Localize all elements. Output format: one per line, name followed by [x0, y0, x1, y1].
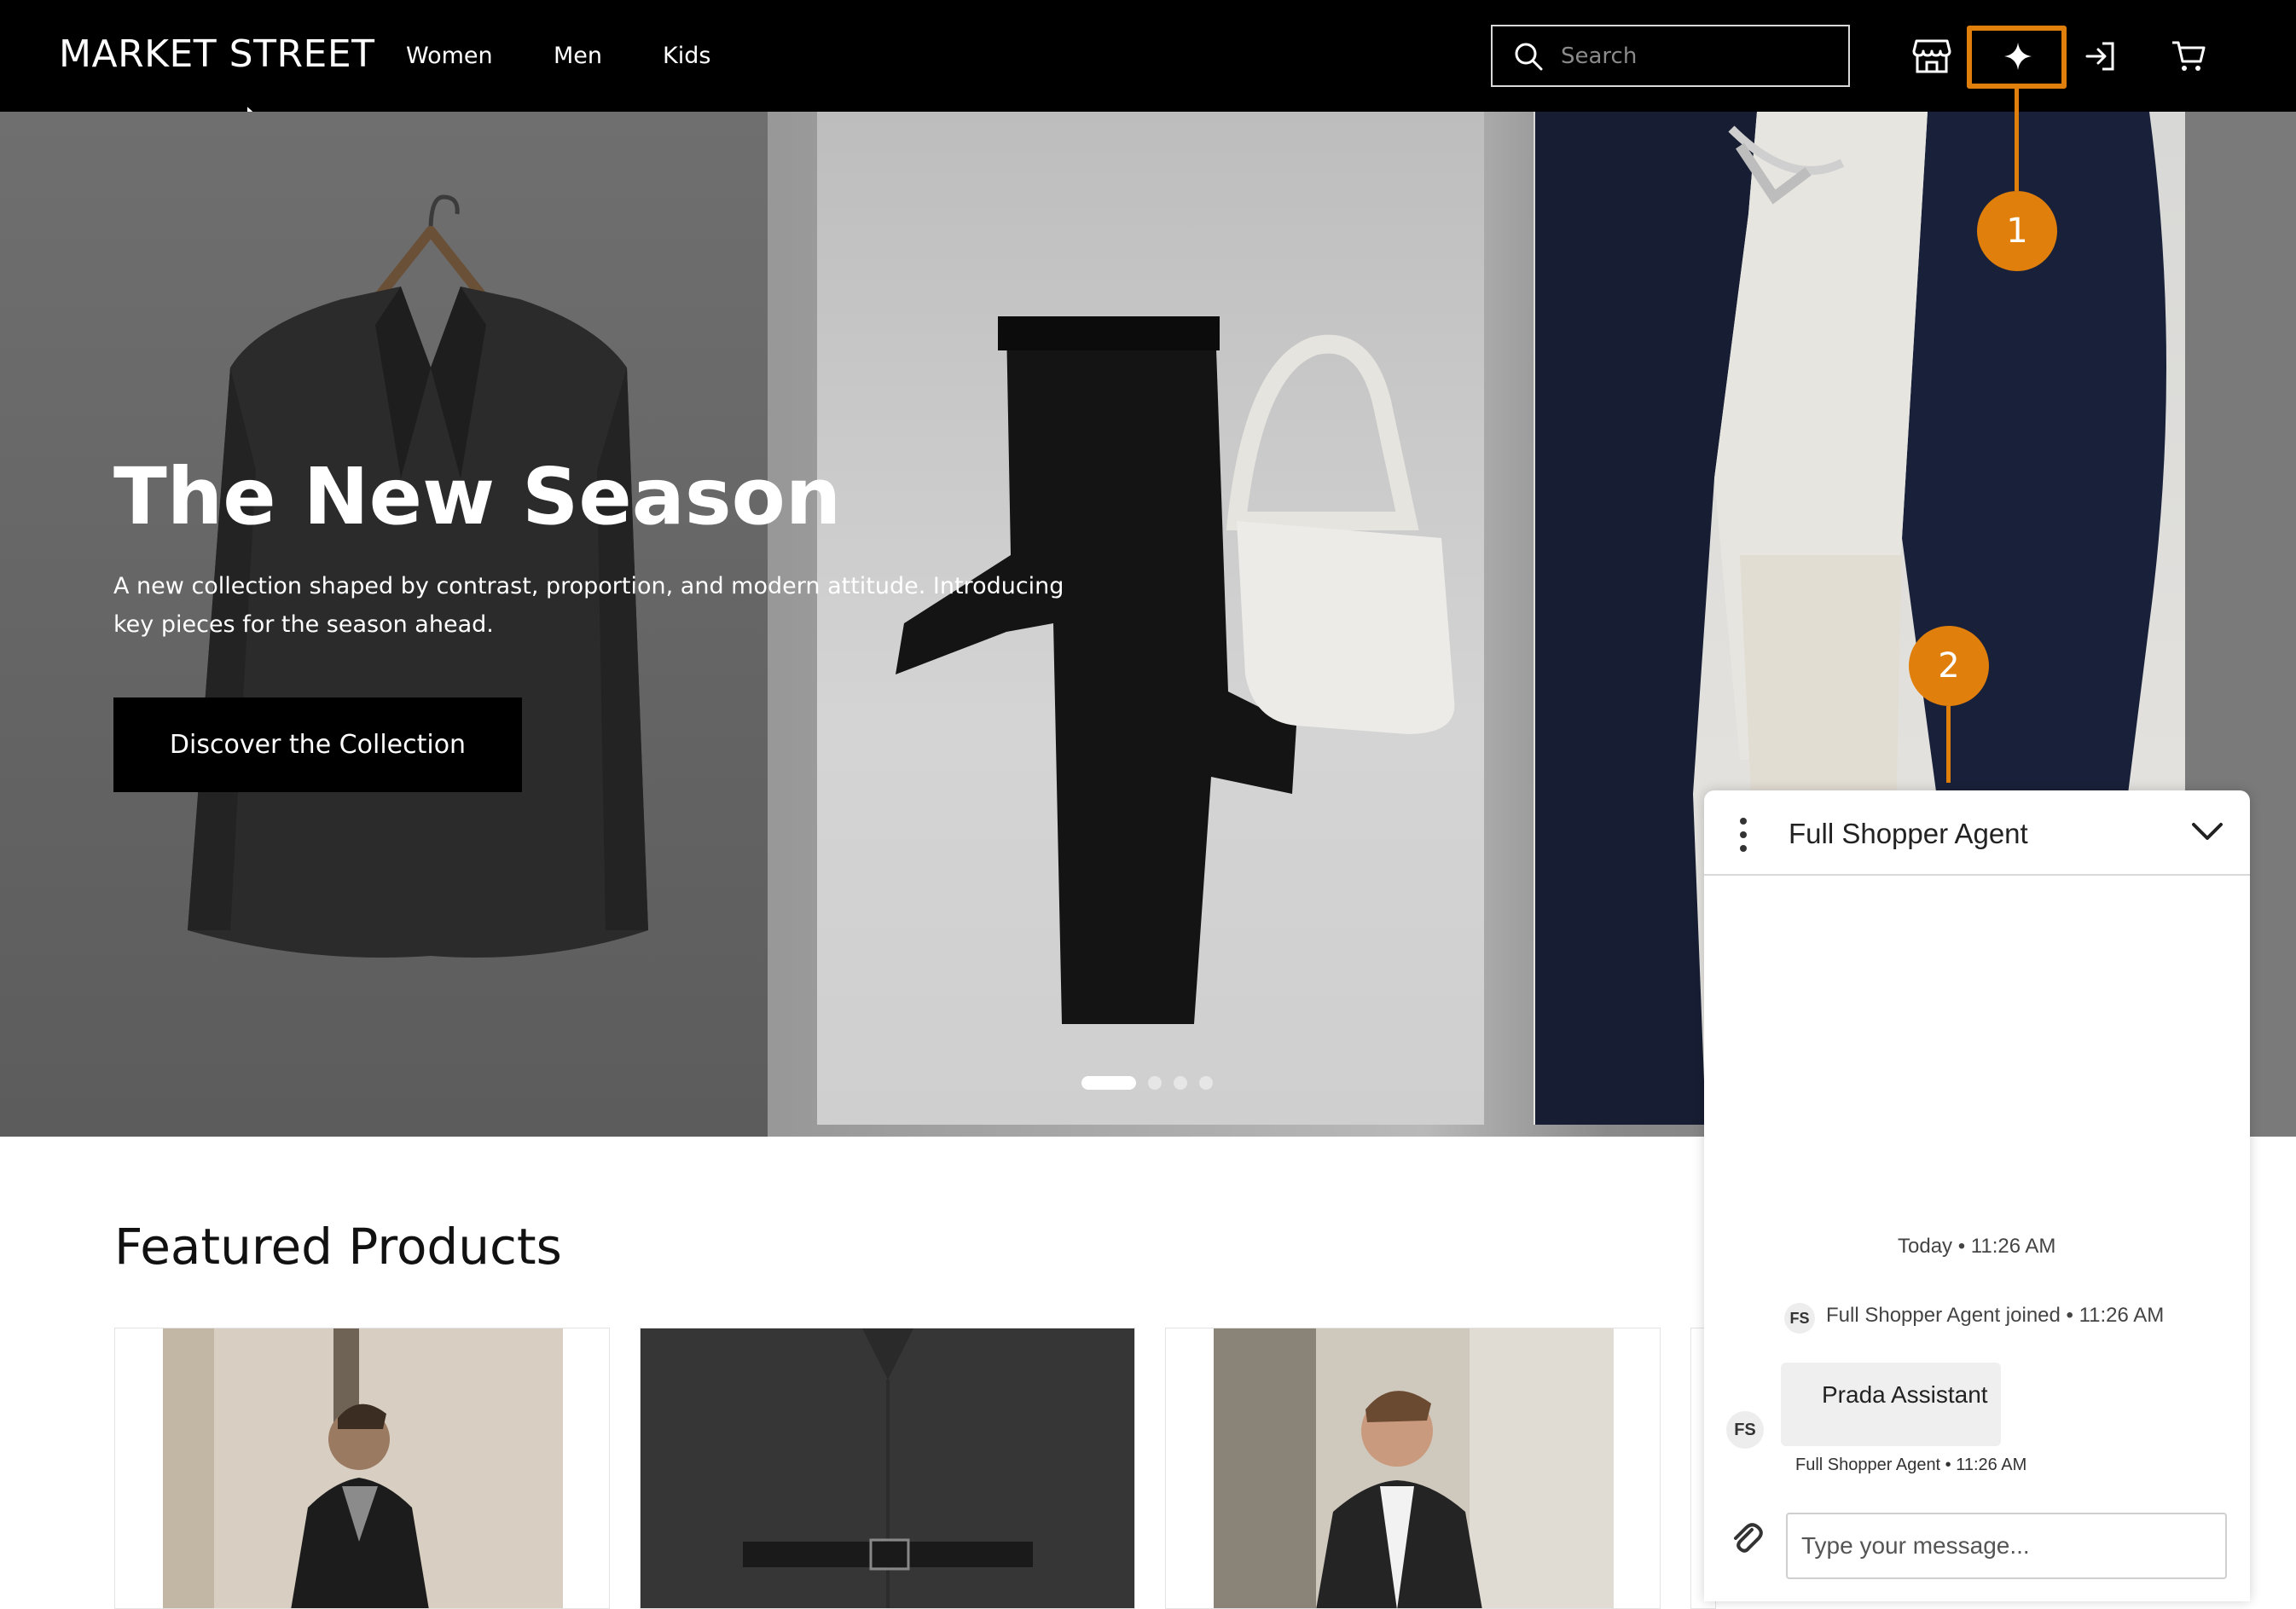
chat-widget: Full Shopper Agent Today • 11:26 AM FS F…	[1704, 790, 2250, 1601]
product-image-flannel-shirt	[1214, 1328, 1614, 1608]
message-avatar-badge: FS	[1726, 1411, 1764, 1449]
chat-title: Full Shopper Agent	[1789, 818, 2028, 849]
hero-subtitle: A new collection shaped by contrast, pro…	[113, 573, 1064, 638]
search-input[interactable]	[1559, 42, 1832, 70]
carousel-dot-3[interactable]	[1174, 1076, 1187, 1090]
product-card-1[interactable]	[114, 1328, 610, 1609]
store-icon[interactable]	[1905, 30, 1958, 83]
search-icon	[1515, 43, 1543, 70]
top-navigation: MARKET STREET Women Men Kids	[0, 0, 2296, 112]
sign-in-icon[interactable]	[2074, 30, 2127, 83]
carousel-dot-4[interactable]	[1199, 1076, 1213, 1090]
chat-header: Full Shopper Agent	[1704, 790, 2250, 876]
chevron-down-icon[interactable]	[2189, 816, 2226, 847]
nav-women[interactable]: Women	[406, 43, 493, 69]
message-text: Prada Assistant	[1822, 1381, 1988, 1408]
attachment-icon[interactable]	[1728, 1519, 1767, 1559]
brand-logo[interactable]: MARKET STREET	[59, 32, 375, 76]
carousel-dot-2[interactable]	[1148, 1076, 1162, 1090]
search-box[interactable]	[1491, 25, 1850, 87]
message-bubble: Prada Assistant	[1781, 1363, 2001, 1446]
product-image-dark-shirt	[641, 1328, 1134, 1608]
product-image-leather-jacket	[163, 1328, 563, 1608]
more-options-icon[interactable]	[1735, 816, 1752, 854]
nav-men[interactable]: Men	[554, 43, 602, 69]
discover-collection-button[interactable]: Discover the Collection	[113, 697, 522, 792]
callout-1-line	[2015, 89, 2019, 191]
carousel-dots	[1081, 1076, 1213, 1090]
product-card-2[interactable]	[640, 1328, 1135, 1609]
callout-1: 1	[1977, 191, 2057, 271]
cart-icon[interactable]	[2162, 30, 2215, 83]
callout-2: 2	[1909, 626, 1989, 706]
product-card-3[interactable]	[1165, 1328, 1661, 1609]
carousel-dot-1[interactable]	[1081, 1076, 1136, 1090]
callout-2-line	[1946, 706, 1951, 783]
hero-title: The New Season	[113, 451, 842, 542]
sparkle-highlight-box	[1967, 26, 2067, 89]
message-meta: Full Shopper Agent • 11:26 AM	[1795, 1456, 2027, 1474]
agent-joined-line: Full Shopper Agent joined • 11:26 AM	[1826, 1304, 2165, 1327]
join-avatar-badge: FS	[1784, 1303, 1815, 1334]
chat-date-line: Today • 11:26 AM	[1898, 1235, 2056, 1258]
featured-products-title: Featured Products	[114, 1218, 562, 1276]
message-input[interactable]	[1786, 1513, 2227, 1579]
nav-kids[interactable]: Kids	[663, 43, 710, 69]
